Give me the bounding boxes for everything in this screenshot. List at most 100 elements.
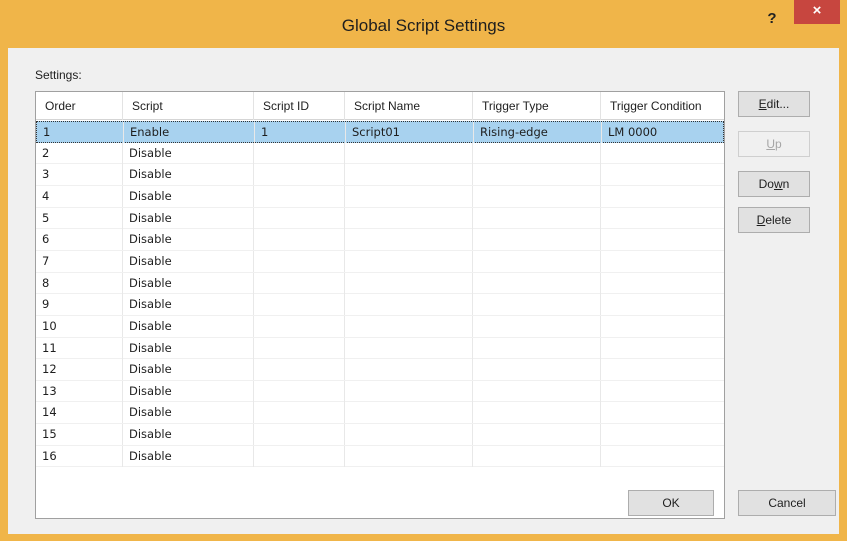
table-row[interactable]: 10 Disable	[36, 315, 724, 338]
cell-order: 16	[36, 445, 123, 467]
cell-script-name	[345, 402, 473, 424]
cell-trigger-type	[473, 424, 601, 446]
table-row[interactable]: 2 Disable	[36, 142, 724, 165]
column-header-trigger-type[interactable]: Trigger Type	[473, 92, 601, 120]
cell-trigger-type	[473, 294, 601, 316]
table-row[interactable]: 5 Disable	[36, 207, 724, 230]
cell-trigger-type	[473, 250, 601, 272]
table-row[interactable]: 6 Disable	[36, 229, 724, 251]
cell-trigger-type	[473, 207, 601, 229]
cell-order: 4	[36, 185, 123, 207]
delete-button[interactable]: Delete	[738, 207, 810, 233]
cell-trigger-type	[473, 315, 601, 337]
cell-trigger-condition	[601, 424, 724, 445]
delete-button-label-post: elete	[765, 213, 792, 227]
table-row[interactable]: 12 Disable	[36, 359, 724, 381]
cell-order: 14	[36, 402, 123, 424]
cell-script-id	[254, 229, 345, 251]
table-row[interactable]: 11 Disable	[36, 337, 724, 360]
cell-script-name	[345, 164, 473, 186]
table-row[interactable]: 1 Enable 1 Script01 Rising-edge LM 0000	[36, 121, 724, 143]
cell-trigger-condition	[601, 316, 724, 337]
column-header-trigger-condition[interactable]: Trigger Condition	[601, 92, 724, 120]
cell-trigger-type	[473, 229, 601, 251]
window-title: Global Script Settings	[341, 16, 506, 35]
close-button[interactable]: ×	[794, 0, 840, 24]
help-button[interactable]: ?	[759, 8, 785, 30]
cell-script-id: 1	[255, 122, 346, 143]
cell-script-name	[345, 272, 473, 294]
cell-script-id	[254, 164, 345, 186]
edit-button-label-post: dit...	[766, 97, 790, 111]
cell-trigger-condition	[601, 208, 724, 229]
up-button-label-post: p	[774, 137, 782, 151]
cell-trigger-condition	[601, 359, 724, 380]
cell-order: 7	[36, 250, 123, 272]
table-row[interactable]: 16 Disable	[36, 445, 724, 468]
cancel-button[interactable]: Cancel	[738, 490, 836, 516]
cell-script: Disable	[123, 142, 254, 164]
column-header-script-id[interactable]: Script ID	[254, 92, 345, 120]
close-icon: ×	[812, 2, 822, 19]
cell-trigger-condition	[601, 446, 724, 467]
edit-button-accesskey: E	[758, 97, 767, 111]
table-row[interactable]: 8 Disable	[36, 272, 724, 295]
cell-script: Disable	[123, 424, 254, 446]
cell-trigger-type	[473, 359, 601, 381]
cell-order: 8	[36, 272, 123, 294]
table-row[interactable]: 3 Disable	[36, 164, 724, 186]
cell-script: Disable	[123, 445, 254, 467]
column-header-order[interactable]: Order	[36, 92, 123, 120]
up-button-accesskey: U	[766, 137, 775, 151]
table-header: Order Script Script ID Script Name Trigg…	[36, 92, 724, 120]
cell-script-name	[345, 294, 473, 316]
cell-script-id	[254, 185, 345, 207]
title-bar[interactable]: Global Script Settings ? ×	[0, 0, 847, 54]
cell-script-id	[254, 402, 345, 424]
cell-trigger-type	[473, 337, 601, 359]
down-button-accesskey: w	[773, 177, 783, 191]
table-row[interactable]: 13 Disable	[36, 380, 724, 403]
cell-trigger-type	[473, 402, 601, 424]
cell-script: Disable	[123, 315, 254, 337]
cell-order: 3	[36, 164, 123, 186]
settings-label: Settings:	[35, 68, 82, 82]
ok-button[interactable]: OK	[628, 490, 714, 516]
column-header-script[interactable]: Script	[123, 92, 254, 120]
cell-script-name	[345, 207, 473, 229]
cell-trigger-condition	[601, 338, 724, 359]
cell-script-id	[254, 272, 345, 294]
edit-button[interactable]: Edit...	[738, 91, 810, 117]
down-button-label-pre: Do	[758, 177, 774, 191]
cell-script-id	[254, 445, 345, 467]
down-button[interactable]: Down	[738, 171, 810, 197]
cell-script: Disable	[123, 207, 254, 229]
cell-script-name	[345, 359, 473, 381]
table-row[interactable]: 9 Disable	[36, 294, 724, 316]
cell-script: Disable	[123, 402, 254, 424]
cell-script-name	[345, 337, 473, 359]
table-row[interactable]: 14 Disable	[36, 402, 724, 425]
cell-script-name	[345, 142, 473, 164]
script-list-table[interactable]: Order Script Script ID Script Name Trigg…	[35, 91, 725, 519]
dialog-client-area: Settings: Order Script Script ID Script …	[8, 48, 839, 534]
cell-script: Disable	[123, 185, 254, 207]
cell-script-name	[345, 445, 473, 467]
up-button[interactable]: Up	[738, 131, 810, 157]
table-row[interactable]: 4 Disable	[36, 185, 724, 208]
cell-trigger-condition	[601, 164, 724, 185]
column-header-script-name[interactable]: Script Name	[345, 92, 473, 120]
cell-trigger-type	[473, 445, 601, 467]
cell-order: 2	[36, 142, 123, 164]
cell-order: 13	[36, 380, 123, 402]
cell-trigger-type	[473, 164, 601, 186]
cell-script-name	[345, 250, 473, 272]
cell-script-id	[254, 250, 345, 272]
table-row[interactable]: 15 Disable	[36, 424, 724, 446]
cell-order: 15	[36, 424, 123, 446]
cell-trigger-condition	[601, 186, 724, 207]
cell-script-name	[345, 229, 473, 251]
cell-order: 5	[36, 207, 123, 229]
cell-trigger-condition	[601, 381, 724, 402]
table-row[interactable]: 7 Disable	[36, 250, 724, 273]
